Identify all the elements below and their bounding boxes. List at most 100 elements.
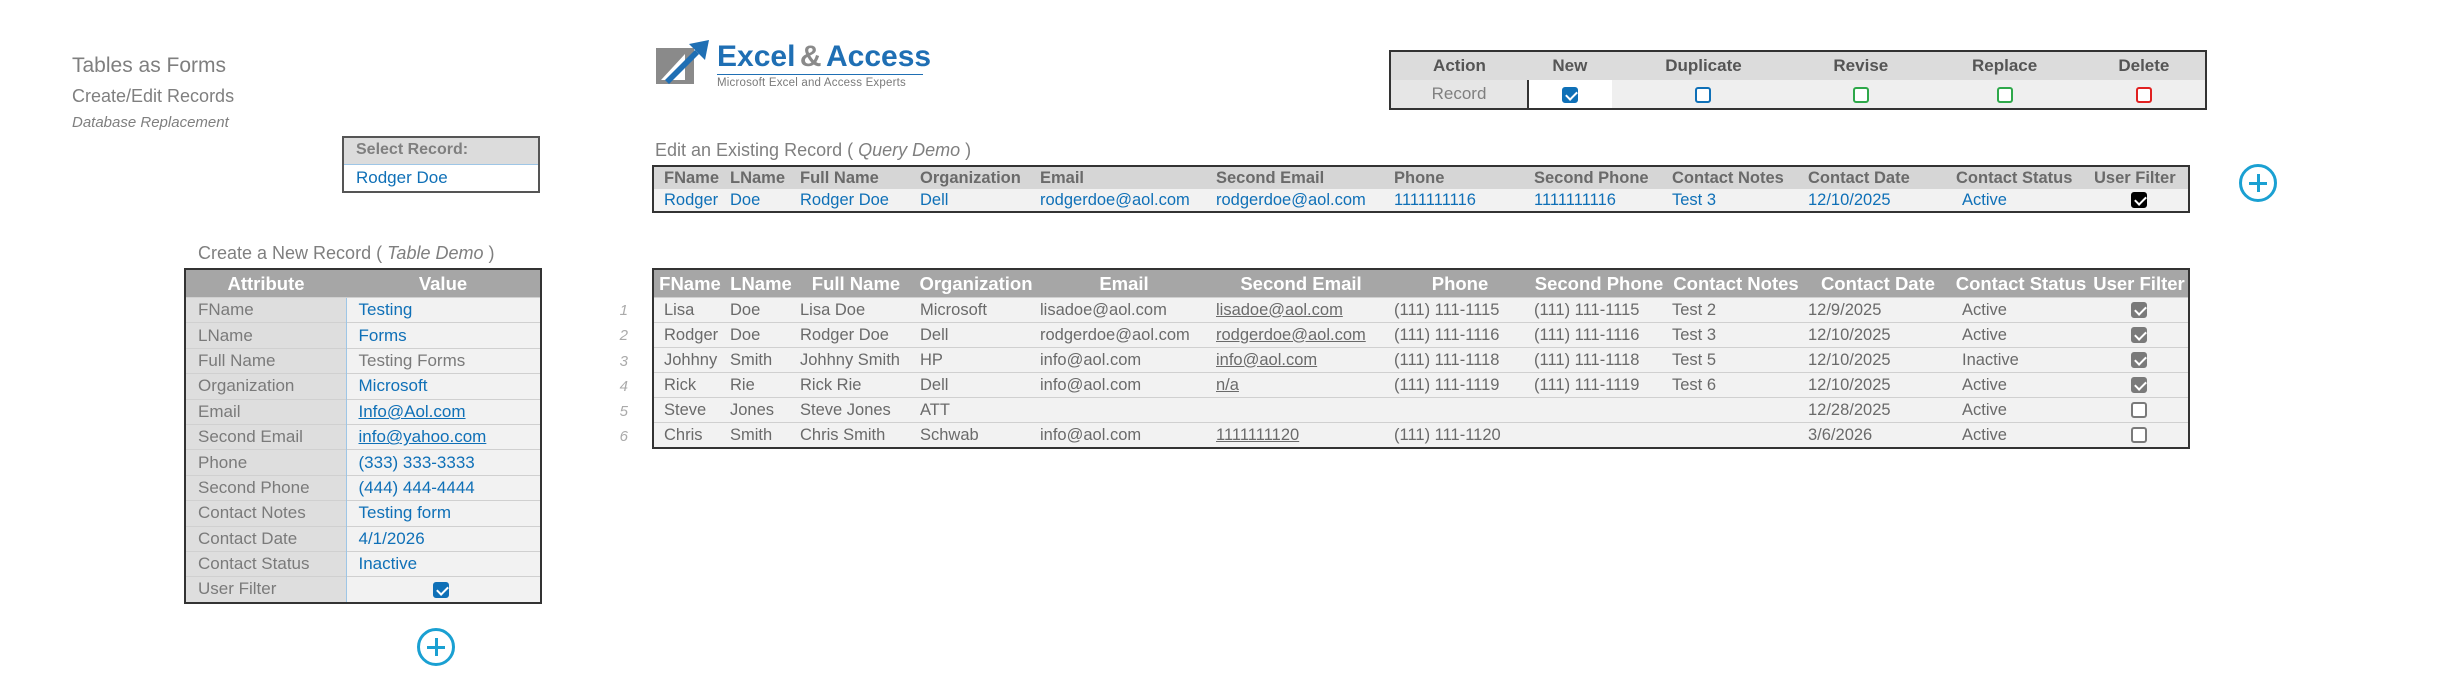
cell-contact-date[interactable]: 12/9/2025 — [1804, 297, 1952, 323]
value-input-fname[interactable]: Testing — [345, 296, 540, 323]
cell-user-filter[interactable] — [2090, 372, 2188, 398]
cell-email[interactable] — [1036, 397, 1212, 423]
new-checkbox[interactable] — [1562, 86, 1579, 103]
cell-contact-status[interactable]: Active — [1952, 322, 2090, 348]
user-filter-checkbox[interactable] — [2131, 327, 2147, 344]
cell-phone[interactable]: (111) 111-1116 — [1390, 322, 1530, 348]
cell-contact-status[interactable]: Inactive — [1952, 347, 2090, 373]
edit-cell-fname[interactable]: Rodger — [654, 189, 726, 211]
value-input-contact-notes[interactable]: Testing form — [345, 500, 540, 527]
cell-user-filter[interactable] — [2090, 347, 2188, 373]
user-filter-checkbox[interactable] — [2131, 352, 2147, 369]
cell-organization[interactable]: Dell — [916, 372, 1036, 398]
column-header[interactable]: Contact Notes — [1668, 270, 1804, 298]
user-filter-checkbox[interactable] — [2131, 402, 2147, 419]
edit-cell-fullname[interactable]: Rodger Doe — [796, 189, 916, 211]
cell-fname[interactable]: Rodger — [654, 322, 726, 348]
cell-email[interactable]: lisadoe@aol.com — [1036, 297, 1212, 323]
cell-user-filter[interactable] — [2090, 422, 2188, 447]
cell-phone[interactable]: (111) 111-1119 — [1390, 372, 1530, 398]
cell-lname[interactable]: Rie — [726, 372, 796, 398]
user-filter-checkbox[interactable] — [433, 582, 450, 598]
edit-cell-notes[interactable]: Test 3 — [1668, 189, 1804, 211]
cell-contact-notes[interactable]: Test 6 — [1668, 372, 1804, 398]
cell-fullname[interactable]: Steve Jones — [796, 397, 916, 423]
column-header[interactable]: Phone — [1390, 270, 1530, 298]
cell-contact-notes[interactable] — [1668, 422, 1804, 447]
cell-lname[interactable]: Doe — [726, 322, 796, 348]
edit-cell-second-phone[interactable]: 1111111116 — [1530, 189, 1668, 211]
cell-lname[interactable]: Jones — [726, 397, 796, 423]
cell-phone[interactable]: (111) 111-1115 — [1390, 297, 1530, 323]
cell-lname[interactable]: Doe — [726, 297, 796, 323]
cell-email[interactable]: info@aol.com — [1036, 347, 1212, 373]
cell-lname[interactable]: Smith — [726, 422, 796, 447]
cell-second-phone[interactable] — [1530, 397, 1668, 423]
cell-contact-notes[interactable]: Test 3 — [1668, 322, 1804, 348]
user-filter-checkbox[interactable] — [2131, 427, 2147, 444]
edit-cell-phone[interactable]: 1111111116 — [1390, 189, 1530, 211]
cell-email[interactable]: info@aol.com — [1036, 372, 1212, 398]
cell-fullname[interactable]: Johhny Smith — [796, 347, 916, 373]
delete-checkbox[interactable] — [2135, 86, 2152, 103]
edit-user-filter-checkbox[interactable] — [2131, 192, 2147, 209]
value-input-second-phone[interactable]: (444) 444-4444 — [345, 474, 540, 501]
cell-second-email[interactable]: lisadoe@aol.com — [1212, 297, 1390, 323]
value-input-contact-status[interactable]: Inactive — [345, 550, 540, 577]
edit-cell-second-email[interactable]: rodgerdoe@aol.com — [1212, 189, 1390, 211]
cell-lname[interactable]: Smith — [726, 347, 796, 373]
edit-cell-lname[interactable]: Doe — [726, 189, 796, 211]
cell-contact-date[interactable]: 12/10/2025 — [1804, 347, 1952, 373]
cell-organization[interactable]: Microsoft — [916, 297, 1036, 323]
cell-second-email[interactable]: rodgerdoe@aol.com — [1212, 322, 1390, 348]
cell-contact-date[interactable]: 12/10/2025 — [1804, 372, 1952, 398]
cell-contact-status[interactable]: Active — [1952, 397, 2090, 423]
column-header[interactable]: Second Email — [1212, 270, 1390, 298]
column-header[interactable]: LName — [726, 270, 796, 298]
column-header[interactable]: Contact Date — [1804, 270, 1952, 298]
cell-contact-date[interactable]: 3/6/2026 — [1804, 422, 1952, 447]
column-header[interactable]: FName — [654, 270, 726, 298]
cell-second-phone[interactable] — [1530, 422, 1668, 447]
cell-contact-status[interactable]: Active — [1952, 422, 2090, 447]
cell-second-phone[interactable]: (111) 111-1115 — [1530, 297, 1668, 323]
cell-second-phone[interactable]: (111) 111-1119 — [1530, 372, 1668, 398]
cell-contact-notes[interactable]: Test 2 — [1668, 297, 1804, 323]
cell-organization[interactable]: HP — [916, 347, 1036, 373]
create-record-button[interactable] — [417, 628, 455, 666]
cell-second-phone[interactable]: (111) 111-1116 — [1530, 322, 1668, 348]
cell-second-email[interactable]: n/a — [1212, 372, 1390, 398]
user-filter-checkbox[interactable] — [2131, 377, 2147, 394]
cell-phone[interactable]: (111) 111-1118 — [1390, 347, 1530, 373]
edit-cell-status[interactable]: Active — [1952, 189, 2090, 211]
cell-fullname[interactable]: Rodger Doe — [796, 322, 916, 348]
duplicate-checkbox[interactable] — [1695, 86, 1712, 103]
value-input-second-email[interactable]: info@yahoo.com — [345, 423, 540, 450]
cell-phone[interactable]: (111) 111-1120 — [1390, 422, 1530, 447]
cell-contact-status[interactable]: Active — [1952, 372, 2090, 398]
cell-second-email[interactable]: info@aol.com — [1212, 347, 1390, 373]
value-input-contact-date[interactable]: 4/1/2026 — [345, 525, 540, 552]
select-record-input[interactable]: Rodger Doe — [344, 164, 538, 191]
cell-contact-status[interactable]: Active — [1952, 297, 2090, 323]
cell-user-filter[interactable] — [2090, 322, 2188, 348]
value-input-organization[interactable]: Microsoft — [345, 373, 540, 400]
column-header[interactable]: Organization — [916, 270, 1036, 298]
cell-user-filter[interactable] — [2090, 297, 2188, 323]
cell-user-filter[interactable] — [2090, 397, 2188, 423]
cell-second-phone[interactable]: (111) 111-1118 — [1530, 347, 1668, 373]
user-filter-checkbox[interactable] — [2131, 302, 2147, 319]
cell-second-email[interactable] — [1212, 397, 1390, 423]
cell-contact-notes[interactable]: Test 5 — [1668, 347, 1804, 373]
cell-phone[interactable] — [1390, 397, 1530, 423]
replace-checkbox[interactable] — [1996, 86, 2013, 103]
column-header[interactable]: User Filter — [2090, 270, 2188, 298]
cell-organization[interactable]: Dell — [916, 322, 1036, 348]
cell-email[interactable]: rodgerdoe@aol.com — [1036, 322, 1212, 348]
column-header[interactable]: Contact Status — [1952, 270, 2090, 298]
cell-organization[interactable]: ATT — [916, 397, 1036, 423]
edit-cell-date[interactable]: 12/10/2025 — [1804, 189, 1952, 211]
revise-checkbox[interactable] — [1852, 86, 1869, 103]
value-input-email[interactable]: Info@Aol.com — [345, 398, 540, 425]
cell-contact-notes[interactable] — [1668, 397, 1804, 423]
